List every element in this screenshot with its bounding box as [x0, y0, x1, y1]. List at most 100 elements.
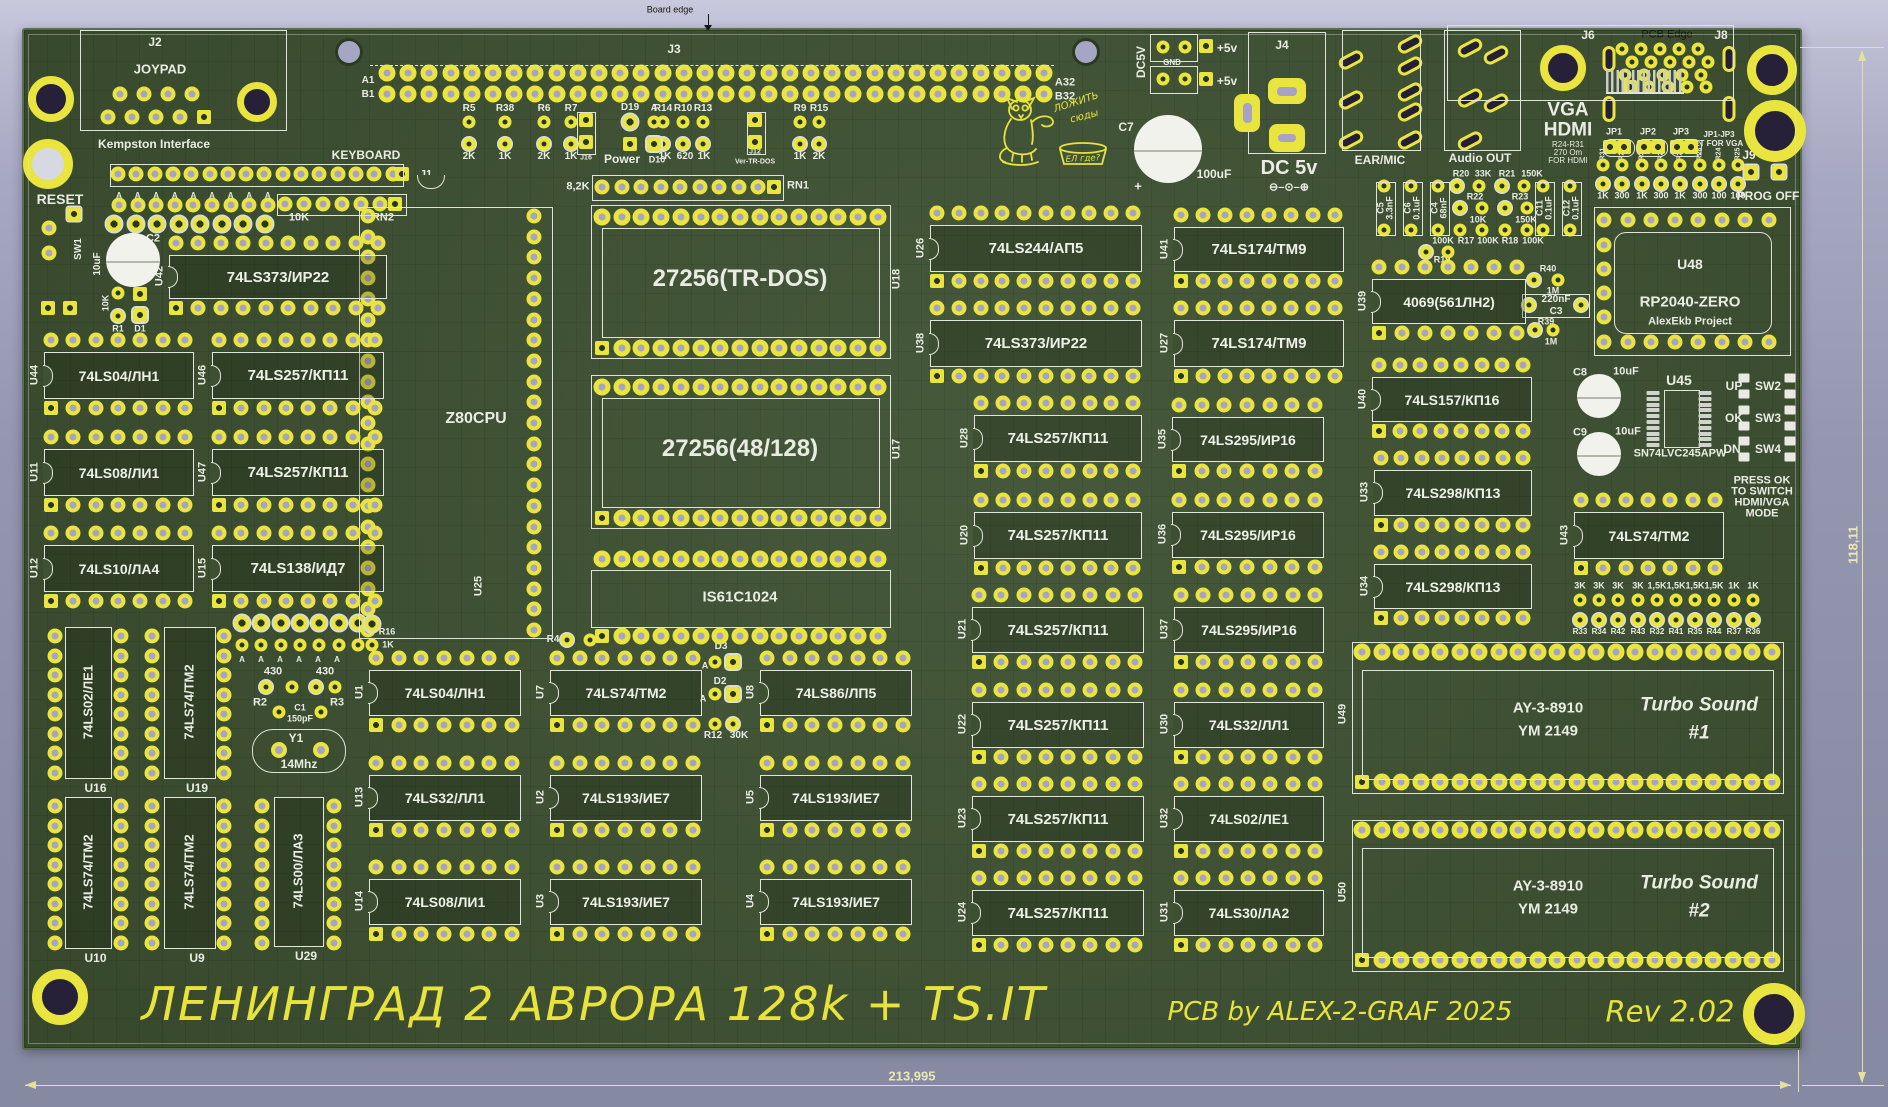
- pad: [1708, 493, 1723, 508]
- silk-text: 8,2K: [566, 182, 589, 193]
- pad: [1495, 424, 1510, 439]
- pad: [234, 401, 249, 416]
- ic-label: 74LS257/КП11: [975, 416, 1141, 461]
- pad: [1017, 274, 1032, 289]
- silk-text: R5: [463, 104, 476, 114]
- pad: [634, 180, 649, 195]
- pcb-board[interactable]: J2JOYPADKempston InterfaceRESETKEYBOARDJ…: [22, 28, 1802, 1050]
- pad: [145, 818, 160, 833]
- ic-label: 74LS373/ИР22: [931, 321, 1141, 366]
- pad: [896, 860, 911, 875]
- pad: [1039, 396, 1054, 411]
- pad: [1038, 871, 1053, 886]
- pcb-viewport[interactable]: J2JOYPADKempston InterfaceRESETKEYBOARDJ…: [0, 0, 1888, 1107]
- pad: [66, 594, 81, 609]
- pad: [1552, 274, 1565, 287]
- silk-text: A: [296, 656, 302, 664]
- pad: [326, 301, 341, 316]
- pad: [1374, 611, 1388, 625]
- pad: [1083, 777, 1098, 792]
- pad: [1674, 159, 1687, 172]
- silk-text: 100: [1711, 192, 1726, 201]
- pad: [437, 718, 452, 733]
- pad: [994, 655, 1009, 670]
- pad: [255, 799, 270, 814]
- pad: [1240, 274, 1255, 289]
- pad: [258, 236, 273, 251]
- silk-text: YM 2149: [1518, 724, 1578, 739]
- silkscreen-credit: PCB by ALEX-2-GRAF 2025: [1168, 999, 1513, 1025]
- pad: [1395, 80, 1424, 104]
- pad: [48, 726, 63, 741]
- silk-text: 1K: [1636, 192, 1648, 201]
- dc-jack-pad: [1269, 124, 1305, 152]
- pad: [345, 594, 360, 609]
- pad: [133, 526, 148, 541]
- board-edge-arrowhead: [704, 25, 712, 31]
- pad: [1549, 952, 1566, 969]
- pad: [236, 639, 249, 652]
- switch-pad: [1785, 406, 1796, 415]
- pad: [126, 215, 145, 234]
- pad: [1217, 464, 1232, 479]
- pad: [1038, 301, 1053, 316]
- dimension-ext-bottom-v: [1798, 1050, 1799, 1092]
- pad: [1174, 301, 1189, 316]
- pad: [1607, 644, 1624, 661]
- pad: [686, 860, 701, 875]
- silk-text: 2K: [813, 152, 826, 162]
- pad: [1647, 391, 1660, 395]
- silk-text: 0.1uF: [1572, 196, 1581, 220]
- pad: [1654, 159, 1667, 172]
- pad: [184, 167, 199, 182]
- pad: [748, 135, 762, 149]
- pad: [633, 340, 650, 357]
- pad: [1240, 398, 1255, 413]
- pad: [301, 401, 316, 416]
- pad: [145, 726, 160, 741]
- pad: [212, 215, 231, 234]
- pad: [930, 206, 945, 221]
- pad: [782, 718, 797, 733]
- silk-text: 430: [316, 667, 334, 678]
- pad: [442, 86, 459, 103]
- pad: [255, 639, 268, 652]
- pad: [1412, 774, 1429, 791]
- silk-text: #2: [1688, 902, 1709, 921]
- drill-hole: [1072, 38, 1100, 66]
- silk-text: J3: [667, 43, 680, 55]
- dimension-arrow: [25, 1081, 36, 1089]
- silk-text: JOYPAD: [134, 63, 187, 76]
- pad: [613, 628, 630, 645]
- silk-text: 10uF: [1615, 427, 1641, 438]
- pad: [1627, 952, 1644, 969]
- pad: [850, 718, 865, 733]
- pad: [1455, 36, 1484, 60]
- pad: [760, 823, 774, 837]
- silk-text: R12: [704, 731, 722, 741]
- pad: [1521, 202, 1534, 215]
- pad: [330, 167, 345, 182]
- pad: [506, 65, 523, 82]
- pad: [1061, 750, 1076, 765]
- pad: [1683, 56, 1696, 69]
- pad: [1373, 644, 1390, 661]
- pad: [1308, 750, 1323, 765]
- pad: [1285, 844, 1300, 859]
- pad: [579, 135, 593, 149]
- pad: [414, 823, 429, 838]
- pad: [1218, 777, 1233, 792]
- silk-text: 100K: [1432, 237, 1454, 246]
- pad: [1667, 335, 1682, 350]
- pad: [1434, 451, 1449, 466]
- pad: [202, 167, 217, 182]
- pad: [595, 823, 610, 838]
- pad: [1673, 43, 1686, 56]
- pad: [1746, 594, 1759, 607]
- pad: [873, 927, 888, 942]
- silk-text: VGA: [1547, 101, 1588, 120]
- pad: [869, 340, 886, 357]
- pad: [1441, 326, 1456, 341]
- ic-u8: 74LS86/ЛП5: [760, 670, 912, 716]
- pad: [505, 823, 520, 838]
